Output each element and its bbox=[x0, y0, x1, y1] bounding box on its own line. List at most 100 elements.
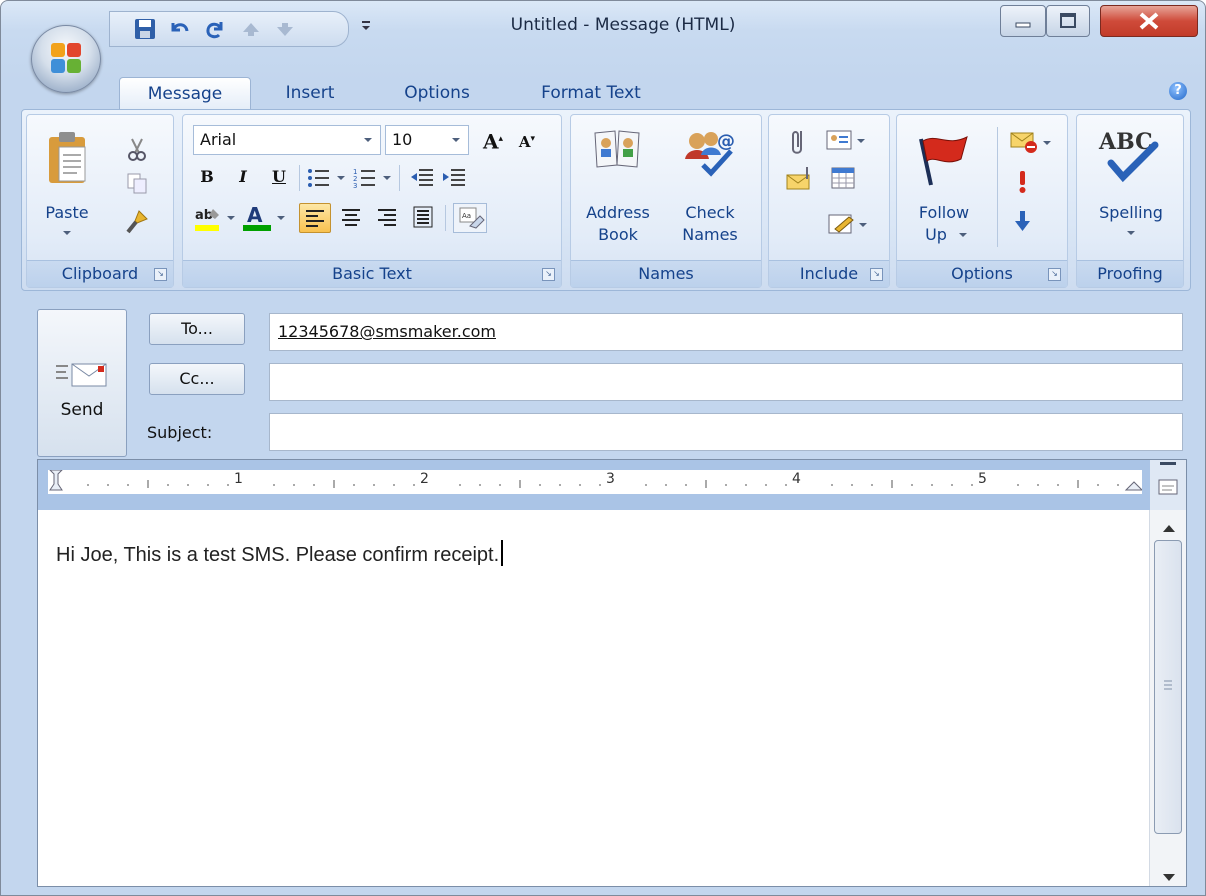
font-name-dropdown-icon[interactable] bbox=[364, 138, 372, 142]
options-dialog-launcher[interactable]: ↘ bbox=[1048, 268, 1061, 281]
ruler-number: 4 bbox=[792, 471, 801, 487]
close-button[interactable] bbox=[1100, 5, 1198, 37]
align-center-button[interactable] bbox=[335, 203, 367, 233]
increase-indent-icon[interactable] bbox=[441, 167, 467, 193]
text-caret bbox=[501, 540, 504, 566]
svg-text:A: A bbox=[247, 203, 263, 227]
font-name-value: Arial bbox=[200, 130, 237, 149]
message-body-content: Hi Joe, This is a test SMS. Please confi… bbox=[56, 544, 500, 566]
align-right-button[interactable] bbox=[371, 203, 403, 233]
ruler-number: 1 bbox=[234, 471, 243, 487]
check-names-icon[interactable]: @ bbox=[681, 127, 737, 181]
format-painter-icon[interactable] bbox=[125, 209, 149, 239]
cut-icon[interactable] bbox=[125, 137, 149, 165]
paste-label[interactable]: Paste bbox=[37, 203, 97, 223]
basic-text-dialog-launcher[interactable]: ↘ bbox=[542, 268, 555, 281]
font-name-combo[interactable]: Arial bbox=[193, 125, 381, 155]
spelling-dropdown-icon[interactable] bbox=[1127, 231, 1135, 235]
tab-format-text[interactable]: Format Text bbox=[521, 77, 661, 109]
check-names-label-line1[interactable]: Check bbox=[667, 203, 753, 223]
attach-file-icon[interactable] bbox=[787, 127, 811, 161]
scroll-down-arrow-icon[interactable] bbox=[1162, 868, 1176, 887]
spelling-icon[interactable]: ABC bbox=[1097, 127, 1167, 187]
ruler-number: 2 bbox=[420, 471, 429, 487]
separator bbox=[399, 165, 400, 191]
address-book-icon[interactable] bbox=[591, 127, 643, 175]
align-left-button[interactable] bbox=[299, 203, 331, 233]
decrease-indent-icon[interactable] bbox=[409, 167, 435, 193]
scrollbar-thumb[interactable] bbox=[1154, 540, 1182, 834]
ruler-number: 3 bbox=[606, 471, 615, 487]
to-field[interactable]: 12345678@smsmaker.com bbox=[269, 313, 1183, 351]
to-recipient[interactable]: 12345678@smsmaker.com bbox=[278, 322, 496, 341]
message-header: Send To... Cc... Subject: 12345678@smsma… bbox=[21, 295, 1193, 457]
signature-icon[interactable] bbox=[827, 211, 871, 241]
text-highlight-color-icon[interactable]: ab bbox=[193, 203, 237, 237]
copy-icon[interactable] bbox=[125, 171, 149, 199]
options-group: Follow Up Options ↘ bbox=[896, 114, 1068, 288]
svg-text:@: @ bbox=[717, 131, 735, 152]
cc-field[interactable] bbox=[269, 363, 1183, 401]
message-body-text[interactable]: Hi Joe, This is a test SMS. Please confi… bbox=[56, 540, 504, 567]
cc-button[interactable]: Cc... bbox=[149, 363, 245, 395]
paste-icon[interactable] bbox=[45, 129, 89, 191]
title-bar: Untitled - Message (HTML) bbox=[1, 1, 1205, 71]
address-book-label-line2[interactable]: Book bbox=[575, 225, 661, 245]
attach-item-icon[interactable] bbox=[785, 165, 815, 197]
names-group: Address Book @ Check Names Names bbox=[570, 114, 762, 288]
numbering-icon[interactable]: 123 bbox=[353, 167, 393, 193]
svg-text:3: 3 bbox=[353, 182, 357, 189]
font-color-icon[interactable]: A bbox=[241, 203, 289, 237]
paste-dropdown-icon[interactable] bbox=[63, 231, 71, 235]
minimize-button[interactable] bbox=[1000, 5, 1046, 37]
calendar-icon[interactable] bbox=[829, 165, 857, 195]
tab-options[interactable]: Options bbox=[385, 77, 489, 109]
maximize-button[interactable] bbox=[1046, 5, 1090, 37]
ribbon-tabs: Message Insert Options Format Text bbox=[1, 67, 1205, 113]
address-book-label-line1[interactable]: Address bbox=[575, 203, 661, 223]
italic-button[interactable]: I bbox=[229, 163, 257, 191]
separator bbox=[299, 165, 300, 191]
business-card-icon[interactable] bbox=[825, 127, 869, 159]
clear-formatting-icon[interactable]: Aa bbox=[453, 203, 487, 233]
help-icon[interactable]: ? bbox=[1169, 82, 1187, 100]
grow-font-icon[interactable]: A▴ bbox=[479, 125, 507, 154]
include-dialog-launcher[interactable]: ↘ bbox=[870, 268, 883, 281]
spelling-label[interactable]: Spelling bbox=[1077, 203, 1185, 223]
justify-button[interactable] bbox=[407, 203, 439, 233]
high-importance-icon[interactable] bbox=[1013, 169, 1031, 199]
low-importance-icon[interactable] bbox=[1013, 209, 1031, 239]
scroll-up-arrow-icon[interactable] bbox=[1162, 518, 1176, 537]
font-size-combo[interactable]: 10 bbox=[385, 125, 469, 155]
separator bbox=[445, 205, 446, 231]
message-body-editor[interactable]: 1 2 3 4 5 Hi Joe, This is a test SMS. Pl… bbox=[37, 459, 1187, 887]
tab-insert[interactable]: Insert bbox=[267, 77, 353, 109]
view-ruler-toggle[interactable] bbox=[1150, 460, 1186, 510]
permission-icon[interactable] bbox=[1009, 129, 1055, 159]
send-envelope-icon bbox=[52, 360, 112, 394]
send-button[interactable]: Send bbox=[37, 309, 127, 457]
clipboard-dialog-launcher[interactable]: ↘ bbox=[154, 268, 167, 281]
follow-up-flag-icon[interactable] bbox=[911, 129, 975, 191]
separator bbox=[997, 127, 998, 247]
follow-up-dropdown-icon[interactable] bbox=[959, 233, 967, 237]
vertical-scrollbar[interactable] bbox=[1149, 510, 1186, 886]
underline-button[interactable]: U bbox=[265, 163, 293, 191]
office-button[interactable] bbox=[31, 25, 101, 93]
shrink-font-icon[interactable]: A▾ bbox=[513, 125, 541, 153]
svg-text:Aa: Aa bbox=[462, 212, 471, 220]
ruler[interactable]: 1 2 3 4 5 bbox=[38, 460, 1150, 510]
bold-button[interactable]: B bbox=[193, 163, 221, 191]
subject-field[interactable] bbox=[269, 413, 1183, 451]
office-logo-icon bbox=[49, 41, 83, 75]
follow-up-label-line1[interactable]: Follow bbox=[901, 203, 987, 223]
bullets-icon[interactable] bbox=[307, 167, 347, 193]
options-group-label: Options bbox=[897, 260, 1067, 287]
proofing-group: ABC Spelling Proofing bbox=[1076, 114, 1184, 288]
to-button[interactable]: To... bbox=[149, 313, 245, 345]
tab-message[interactable]: Message bbox=[119, 77, 251, 110]
clipboard-group-label: Clipboard bbox=[27, 260, 173, 287]
send-label: Send bbox=[60, 400, 104, 420]
font-size-dropdown-icon[interactable] bbox=[452, 138, 460, 142]
check-names-label-line2[interactable]: Names bbox=[667, 225, 753, 245]
